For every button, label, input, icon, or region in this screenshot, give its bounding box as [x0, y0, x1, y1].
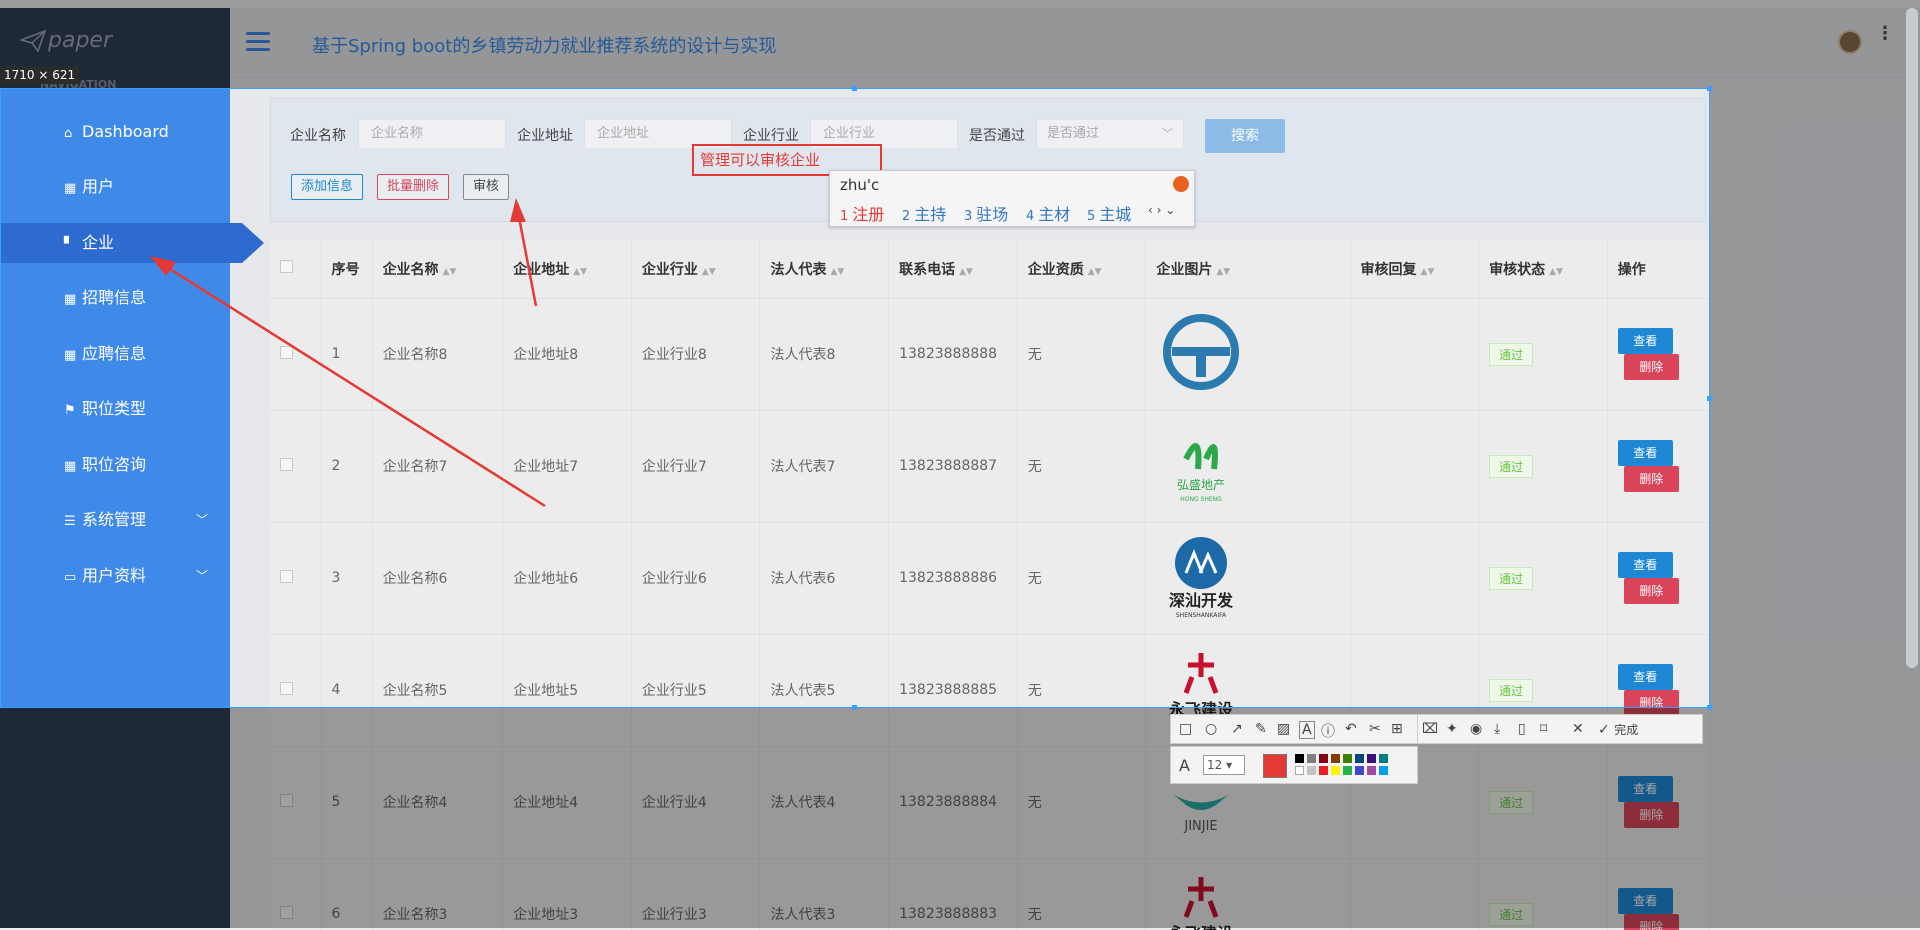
ime-candidate-window[interactable]: zhu'c 1 注册 2 主持 3 驻场 4 主材 5 主城 ‹ › ⌄	[829, 170, 1195, 227]
ime-candidate[interactable]: 1 注册	[840, 201, 884, 225]
download-icon[interactable]: ⤓	[1494, 721, 1500, 737]
number-tool-icon[interactable]: ⓘ	[1321, 721, 1335, 741]
record-icon[interactable]: ◉	[1470, 721, 1482, 737]
ime-candidate[interactable]: 4 主材	[1026, 201, 1070, 225]
pin-icon[interactable]: ✦	[1446, 721, 1458, 737]
undo-icon[interactable]: ↶	[1345, 721, 1357, 737]
text-style-toolbar: A 12 ▾	[1170, 746, 1418, 784]
screenshot-toolbar-ext: ⌧ ✦ ◉ ⤓ ▯ ⌑ ✕ ✓ 完成	[1418, 714, 1703, 744]
screenshot-toolbar: □ ○ ↗ ✎ ▨ A ⓘ ↶ ✂ ⊞	[1170, 714, 1418, 744]
ellipse-tool-icon[interactable]: ○	[1205, 721, 1217, 737]
current-color-swatch[interactable]	[1263, 754, 1287, 778]
scan-icon[interactable]: ⌧	[1422, 721, 1438, 737]
font-size-select[interactable]: 12 ▾	[1203, 755, 1245, 775]
close-icon[interactable]: ✕	[1572, 721, 1584, 737]
annotation-arrows	[150, 198, 546, 508]
arrow-tool-icon[interactable]: ↗	[1231, 721, 1243, 737]
ime-candidate[interactable]: 5 主城	[1087, 201, 1131, 225]
ocr-icon[interactable]: ⊞	[1391, 721, 1403, 737]
ime-candidate[interactable]: 2 主持	[902, 201, 946, 225]
ime-candidate[interactable]: 3 驻场	[964, 201, 1008, 225]
scissors-icon[interactable]: ✂	[1369, 721, 1381, 737]
done-button[interactable]: ✓ 完成	[1598, 721, 1638, 738]
mosaic-tool-icon[interactable]: ▨	[1277, 721, 1290, 737]
ime-pager[interactable]: ‹ › ⌄	[1148, 203, 1175, 217]
bookmark-icon[interactable]: ⌑	[1540, 721, 1547, 737]
phone-icon[interactable]: ▯	[1518, 721, 1526, 737]
ime-logo-icon	[1173, 176, 1189, 192]
ime-typed-text: zhu'c	[840, 176, 880, 194]
rectangle-tool-icon[interactable]: □	[1179, 721, 1192, 737]
pen-tool-icon[interactable]: ✎	[1255, 721, 1267, 737]
text-tool-icon[interactable]: A	[1299, 721, 1315, 739]
font-icon: A	[1179, 756, 1190, 775]
